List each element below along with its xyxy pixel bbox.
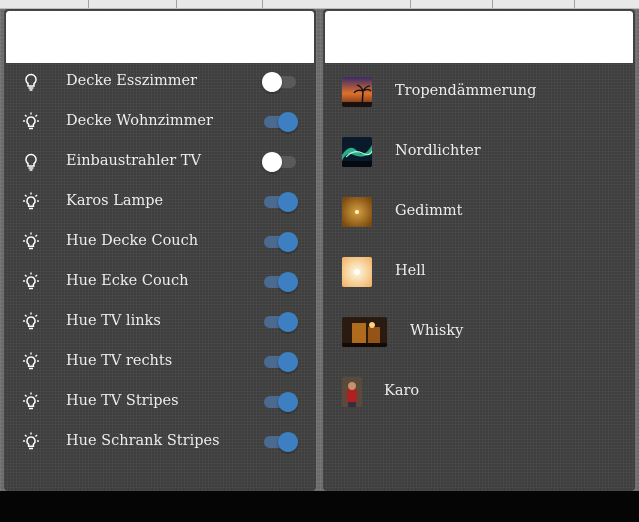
sunset-palm-thumbnail — [342, 77, 372, 107]
scene-item-gedimmt[interactable]: Gedimmt — [323, 191, 635, 231]
light-row-karos-lampe: Karos Lampe — [4, 182, 316, 222]
light-row-hue-tv-rechts: Hue TV rechts — [4, 342, 316, 382]
scene-label: Tropendämmerung — [395, 83, 537, 99]
light-toggle[interactable] — [262, 232, 298, 252]
scene-item-tropendaemmerung[interactable]: Tropendämmerung — [323, 71, 635, 111]
bulb-off-icon — [21, 72, 41, 92]
light-toggle[interactable] — [262, 192, 298, 212]
bulb-on-icon — [21, 312, 41, 332]
lights-panel-header — [6, 11, 314, 63]
bulb-on-icon — [21, 432, 41, 452]
whisky-thumbnail — [342, 317, 387, 347]
light-label: Hue Schrank Stripes — [66, 433, 220, 449]
bulb-on-icon — [21, 272, 41, 292]
light-row-einbaustrahler-tv: Einbaustrahler TV — [4, 142, 316, 182]
light-row-hue-decke-couch: Hue Decke Couch — [4, 222, 316, 262]
bulb-on-icon — [21, 352, 41, 372]
light-row-hue-tv-links: Hue TV links — [4, 302, 316, 342]
light-label: Decke Wohnzimmer — [66, 113, 213, 129]
scene-item-karo[interactable]: Karo — [323, 371, 635, 411]
scene-item-hell[interactable]: Hell — [323, 251, 635, 291]
light-toggle[interactable] — [262, 112, 298, 132]
light-row-hue-ecke-couch: Hue Ecke Couch — [4, 262, 316, 302]
light-toggle[interactable] — [262, 72, 298, 92]
light-row-hue-tv-stripes: Hue TV Stripes — [4, 382, 316, 422]
bulb-on-icon — [21, 392, 41, 412]
light-toggle[interactable] — [262, 152, 298, 172]
scene-label: Gedimmt — [395, 203, 463, 219]
bright-thumbnail — [342, 257, 372, 287]
light-label: Karos Lampe — [66, 193, 164, 209]
light-label: Hue Decke Couch — [66, 233, 199, 249]
light-toggle[interactable] — [262, 432, 298, 452]
aurora-thumbnail — [342, 137, 372, 167]
bulb-on-icon — [21, 112, 41, 132]
scene-label: Nordlichter — [395, 143, 481, 159]
scenes-panel-header — [325, 11, 633, 63]
scene-label: Hell — [395, 263, 426, 279]
bulb-on-icon — [21, 232, 41, 252]
scene-label: Whisky — [410, 323, 464, 339]
light-label: Einbaustrahler TV — [66, 153, 201, 169]
light-label: Decke Esszimmer — [66, 73, 198, 89]
light-label: Hue TV links — [66, 313, 161, 329]
lights-panel: Decke Esszimmer Decke Wohnzimmer Einbaus… — [4, 9, 316, 491]
light-label: Hue TV rechts — [66, 353, 173, 369]
light-row-decke-esszimmer: Decke Esszimmer — [4, 62, 316, 102]
light-toggle[interactable] — [262, 312, 298, 332]
light-toggle[interactable] — [262, 272, 298, 292]
light-label: Hue Ecke Couch — [66, 273, 189, 289]
light-row-decke-wohnzimmer: Decke Wohnzimmer — [4, 102, 316, 142]
scene-item-nordlichter[interactable]: Nordlichter — [323, 131, 635, 171]
top-toolbar-strip — [0, 0, 639, 9]
bulb-on-icon — [21, 192, 41, 212]
portrait-thumbnail — [342, 377, 362, 407]
light-toggle[interactable] — [262, 352, 298, 372]
light-label: Hue TV Stripes — [66, 393, 179, 409]
light-toggle[interactable] — [262, 392, 298, 412]
dimmed-thumbnail — [342, 197, 372, 227]
light-row-hue-schrank-stripes: Hue Schrank Stripes — [4, 422, 316, 462]
scenes-panel: Tropendämmerung Nordlichter Gedimmt Hell… — [323, 9, 635, 491]
bottom-bar — [0, 491, 639, 522]
bulb-off-icon — [21, 152, 41, 172]
scene-label: Karo — [384, 383, 420, 399]
scene-item-whisky[interactable]: Whisky — [323, 311, 635, 351]
